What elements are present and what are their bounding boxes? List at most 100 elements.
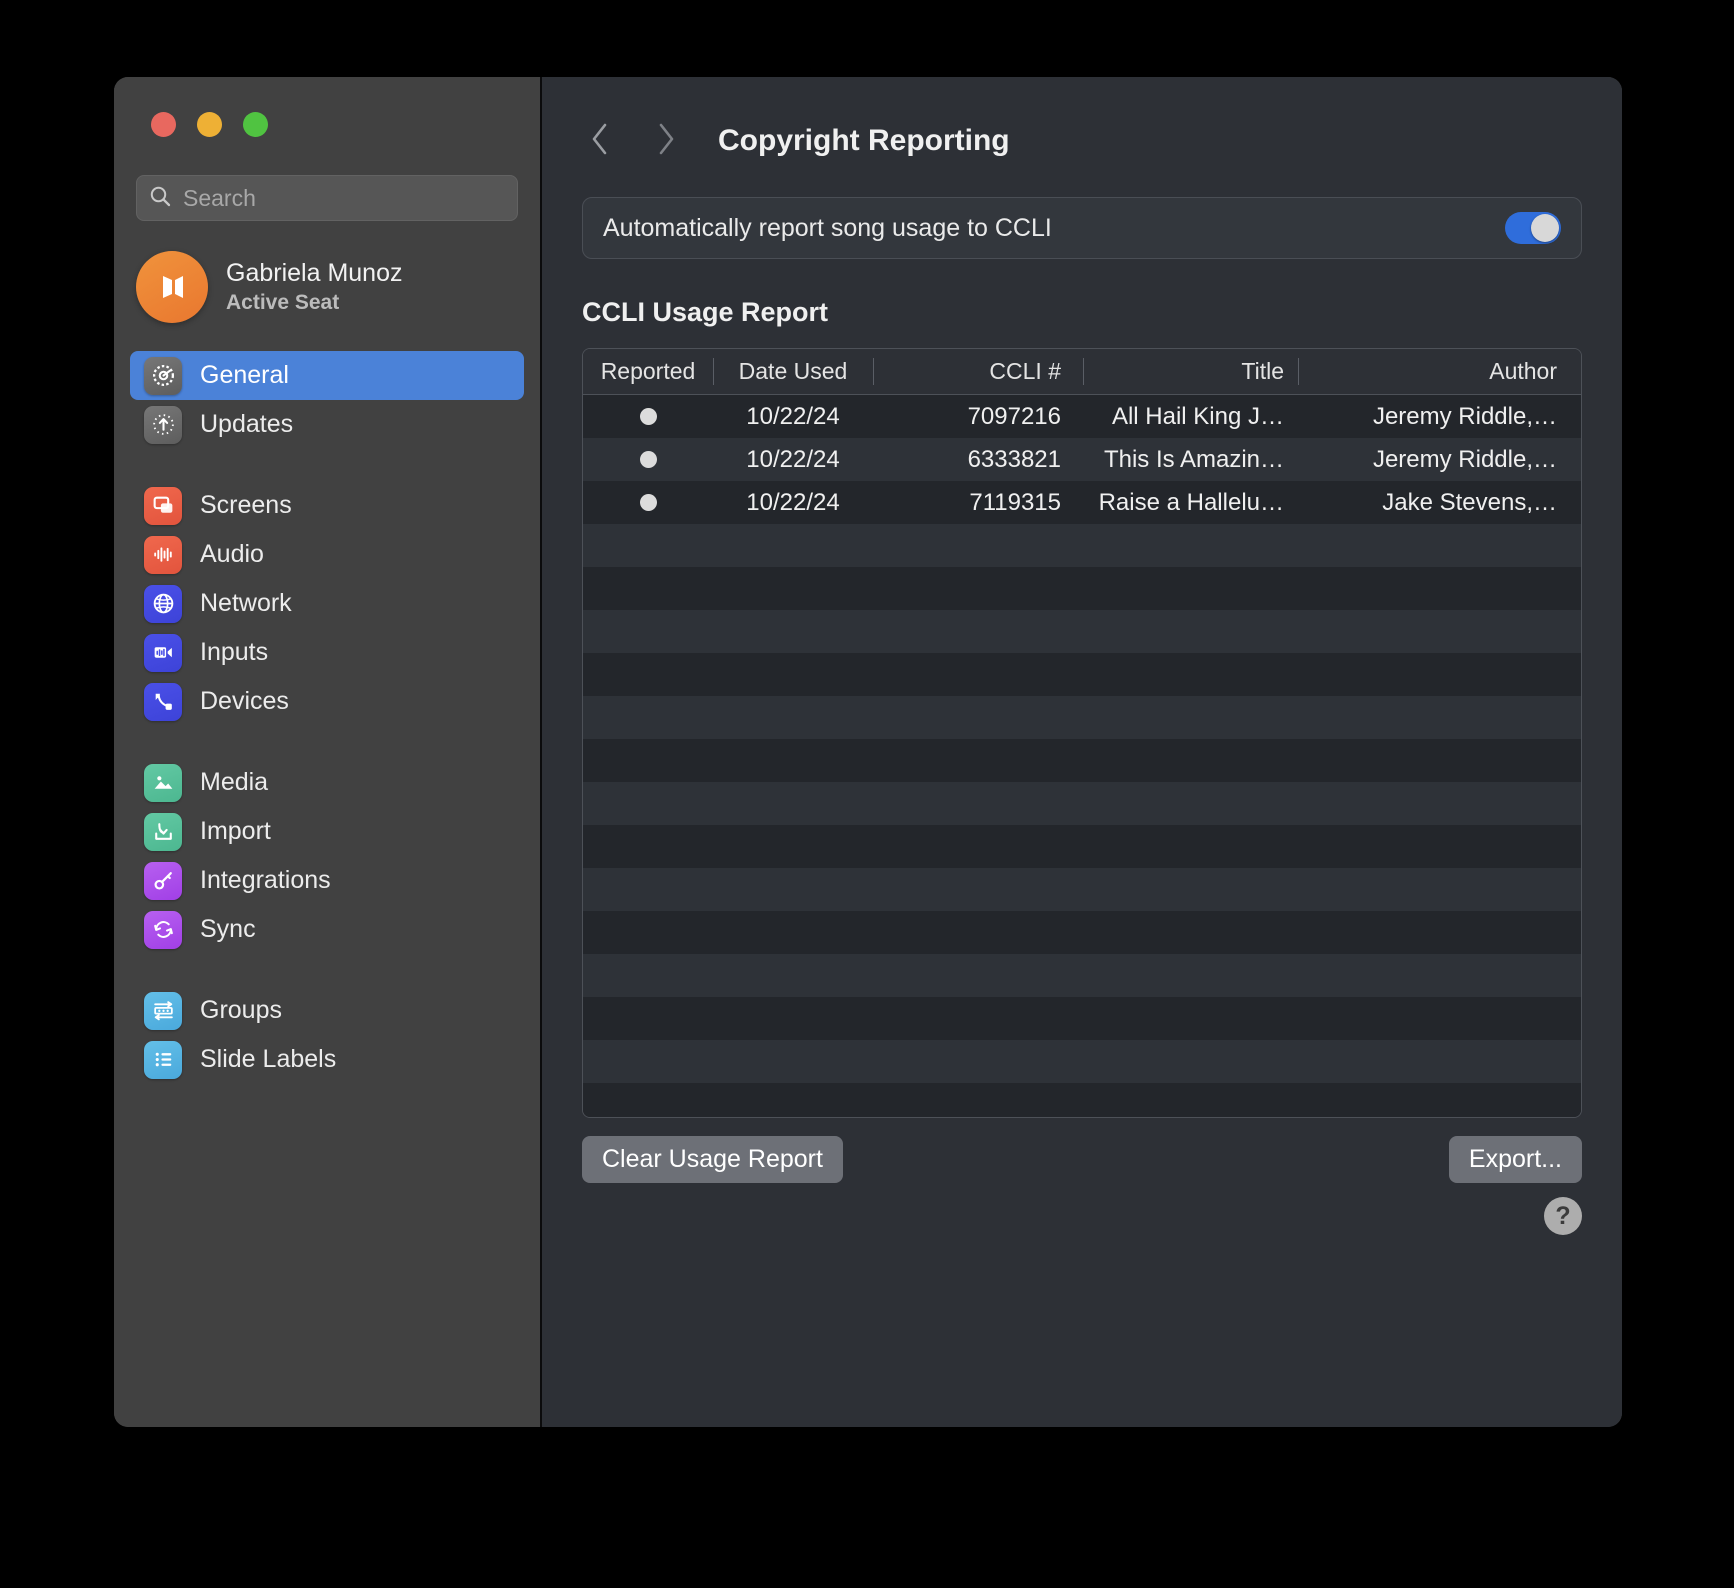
sidebar-item-screens[interactable]: Screens bbox=[130, 481, 524, 530]
main-header: Copyright Reporting bbox=[542, 77, 1622, 173]
cell-date: 10/22/24 bbox=[746, 445, 840, 473]
sidebar-item-slide-labels[interactable]: Slide Labels bbox=[130, 1035, 524, 1084]
back-button[interactable] bbox=[574, 115, 626, 167]
section-title: CCLI Usage Report bbox=[582, 297, 829, 327]
table-empty-row[interactable] bbox=[583, 868, 1581, 911]
sidebar-item-label: General bbox=[200, 361, 289, 389]
sync-icon bbox=[144, 910, 182, 949]
table-empty-row[interactable] bbox=[583, 1083, 1581, 1117]
account-name: Gabriela Munoz bbox=[226, 259, 403, 287]
zoom-button[interactable] bbox=[243, 112, 268, 137]
auto-report-card: Automatically report song usage to CCLI bbox=[582, 197, 1582, 259]
cell-reported bbox=[583, 494, 713, 511]
ccli-usage-table: Reported Date Used CCLI # Title Author 1… bbox=[582, 348, 1582, 1118]
cell-author: Jake Stevens,… bbox=[1382, 488, 1557, 516]
sidebar: Gabriela Munoz Active Seat General bbox=[114, 77, 542, 1427]
table-empty-row[interactable] bbox=[583, 825, 1581, 868]
waveform-icon bbox=[144, 535, 182, 574]
table-empty-row[interactable] bbox=[583, 739, 1581, 782]
sidebar-item-inputs[interactable]: Inputs bbox=[130, 628, 524, 677]
import-icon bbox=[144, 812, 182, 851]
devices-link-icon bbox=[144, 682, 182, 721]
sidebar-item-label: Network bbox=[200, 589, 292, 617]
column-header-author[interactable]: Author bbox=[1298, 349, 1581, 394]
sidebar-item-audio[interactable]: Audio bbox=[130, 530, 524, 579]
table-empty-row[interactable] bbox=[583, 524, 1581, 567]
table-empty-row[interactable] bbox=[583, 696, 1581, 739]
column-header-reported[interactable]: Reported bbox=[583, 349, 713, 394]
sidebar-item-label: Groups bbox=[200, 996, 282, 1024]
cell-ccli: 7097216 bbox=[967, 402, 1061, 430]
cell-reported bbox=[583, 408, 713, 425]
search-field[interactable] bbox=[136, 175, 518, 221]
cell-date: 10/22/24 bbox=[746, 488, 840, 516]
gear-icon bbox=[144, 356, 182, 395]
globe-icon bbox=[144, 584, 182, 623]
sidebar-item-network[interactable]: Network bbox=[130, 579, 524, 628]
cell-date: 10/22/24 bbox=[746, 402, 840, 430]
toggle-knob bbox=[1531, 214, 1559, 242]
clear-usage-report-button[interactable]: Clear Usage Report bbox=[582, 1136, 843, 1183]
sidebar-item-label: Import bbox=[200, 817, 271, 845]
nav-group-system: General Updates bbox=[114, 351, 540, 449]
sidebar-item-integrations[interactable]: Integrations bbox=[130, 856, 524, 905]
table-row[interactable]: 10/22/24 7097216 All Hail King J… Jeremy Ri… bbox=[583, 395, 1581, 438]
table-empty-row[interactable] bbox=[583, 1040, 1581, 1083]
page-title: Copyright Reporting bbox=[718, 124, 1010, 157]
table-row[interactable]: 10/22/24 6333821 This Is Amazin… Jeremy Rid… bbox=[583, 438, 1581, 481]
nav-group-content: Media Import Integrations Sync bbox=[114, 758, 540, 954]
avatar bbox=[136, 251, 208, 323]
table-empty-row[interactable] bbox=[583, 653, 1581, 696]
help-button[interactable]: ? bbox=[1544, 1197, 1582, 1235]
key-icon bbox=[144, 861, 182, 900]
table-header-row: Reported Date Used CCLI # Title Author bbox=[583, 349, 1581, 395]
main-panel: Copyright Reporting Automatically report… bbox=[542, 77, 1622, 1427]
table-empty-row[interactable] bbox=[583, 610, 1581, 653]
auto-report-toggle[interactable] bbox=[1505, 212, 1561, 244]
table-body: 10/22/24 7097216 All Hail King J… Jeremy Ri… bbox=[583, 395, 1581, 1117]
cell-title: All Hail King J… bbox=[1111, 402, 1284, 430]
table-empty-row[interactable] bbox=[583, 997, 1581, 1040]
sidebar-item-label: Screens bbox=[200, 491, 292, 519]
cell-author: Jeremy Riddle,… bbox=[1372, 445, 1557, 473]
forward-button[interactable] bbox=[640, 115, 692, 167]
sidebar-item-import[interactable]: Import bbox=[130, 807, 524, 856]
chevron-right-icon bbox=[655, 122, 677, 161]
sidebar-item-media[interactable]: Media bbox=[130, 758, 524, 807]
column-header-date-used[interactable]: Date Used bbox=[713, 349, 873, 394]
sidebar-item-general[interactable]: General bbox=[130, 351, 524, 400]
search-input[interactable] bbox=[183, 184, 505, 212]
account-status: Active Seat bbox=[226, 291, 340, 314]
auto-report-label: Automatically report song usage to CCLI bbox=[603, 213, 1052, 242]
main-body: Automatically report song usage to CCLI … bbox=[542, 173, 1622, 1235]
nav-group-hardware: Screens Audio Network Inputs Devices bbox=[114, 481, 540, 726]
table-row[interactable]: 10/22/24 7119315 Raise a Hallelu… Jake Stev… bbox=[583, 481, 1581, 524]
table-empty-row[interactable] bbox=[583, 954, 1581, 997]
propresenter-logo-icon bbox=[163, 276, 183, 298]
column-header-ccli-number[interactable]: CCLI # bbox=[873, 349, 1083, 394]
sidebar-item-label: Audio bbox=[200, 540, 264, 568]
sidebar-item-label: Inputs bbox=[200, 638, 269, 666]
reported-indicator bbox=[639, 494, 657, 511]
export-button[interactable]: Export... bbox=[1448, 1136, 1582, 1183]
sidebar-item-label: Updates bbox=[200, 410, 294, 438]
account-row[interactable]: Gabriela Munoz Active Seat bbox=[136, 251, 540, 323]
table-actions: Clear Usage Report Export... bbox=[582, 1136, 1582, 1183]
photo-icon bbox=[144, 763, 182, 802]
sidebar-nav: General Updates Screens Audio Network In… bbox=[114, 351, 540, 1084]
cell-title: Raise a Hallelu… bbox=[1098, 488, 1284, 516]
table-empty-row[interactable] bbox=[583, 911, 1581, 954]
column-header-title[interactable]: Title bbox=[1083, 349, 1298, 394]
sidebar-item-label: Sync bbox=[200, 915, 256, 943]
sidebar-item-updates[interactable]: Updates bbox=[130, 400, 524, 449]
traffic-lights bbox=[114, 77, 540, 137]
table-empty-row[interactable] bbox=[583, 782, 1581, 825]
sidebar-item-groups[interactable]: Groups bbox=[130, 986, 524, 1035]
close-button[interactable] bbox=[151, 112, 176, 137]
cell-author: Jeremy Riddle,… bbox=[1372, 402, 1557, 430]
nav-group-organization: Groups Slide Labels bbox=[114, 986, 540, 1084]
minimize-button[interactable] bbox=[197, 112, 222, 137]
sidebar-item-devices[interactable]: Devices bbox=[130, 677, 524, 726]
table-empty-row[interactable] bbox=[583, 567, 1581, 610]
sidebar-item-sync[interactable]: Sync bbox=[130, 905, 524, 954]
